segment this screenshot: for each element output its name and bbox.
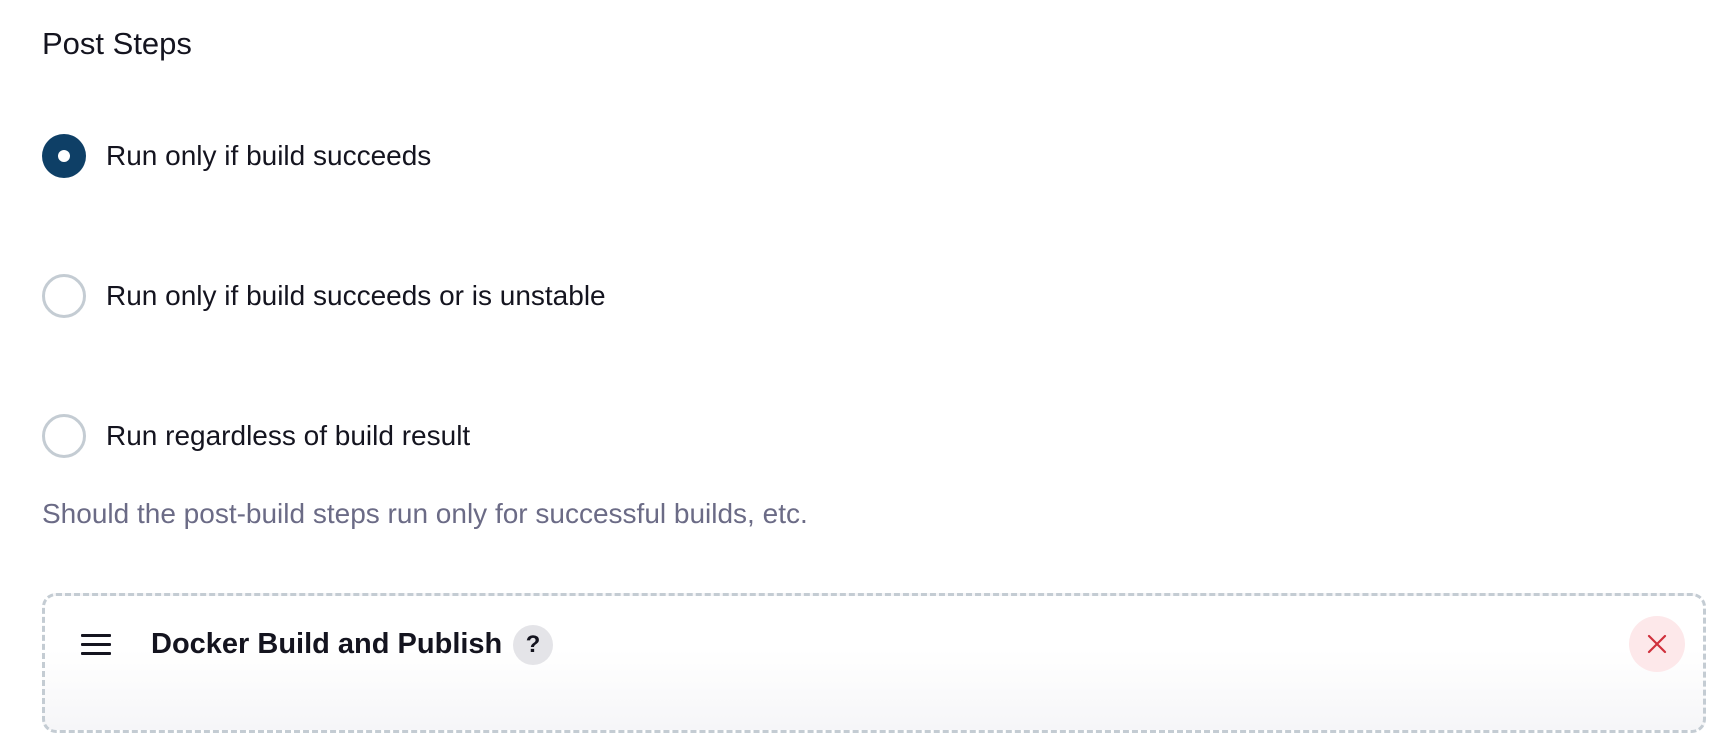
- radio-run-if-succeeds[interactable]: Run only if build succeeds: [42, 134, 431, 178]
- radio-run-regardless[interactable]: Run regardless of build result: [42, 414, 470, 458]
- radio-unchecked-icon[interactable]: [42, 414, 86, 458]
- help-button[interactable]: ?: [513, 625, 553, 665]
- hamburger-drag-icon[interactable]: [81, 634, 111, 656]
- help-description: Should the post-build steps run only for…: [42, 498, 808, 529]
- radio-label[interactable]: Run regardless of build result: [106, 418, 470, 454]
- step-title: Docker Build and Publish: [151, 628, 503, 660]
- delete-step-button[interactable]: [1629, 616, 1685, 672]
- close-x-icon: [1647, 634, 1667, 654]
- radio-checked-icon[interactable]: [42, 134, 86, 178]
- build-step-card: Docker Build and Publish ?: [42, 593, 1706, 733]
- radio-label[interactable]: Run only if build succeeds or is unstabl…: [106, 278, 606, 314]
- radio-run-if-succeeds-or-unstable[interactable]: Run only if build succeeds or is unstabl…: [42, 274, 606, 318]
- radio-label[interactable]: Run only if build succeeds: [106, 138, 431, 174]
- radio-unchecked-icon[interactable]: [42, 274, 86, 318]
- section-title: Post Steps: [42, 26, 192, 61]
